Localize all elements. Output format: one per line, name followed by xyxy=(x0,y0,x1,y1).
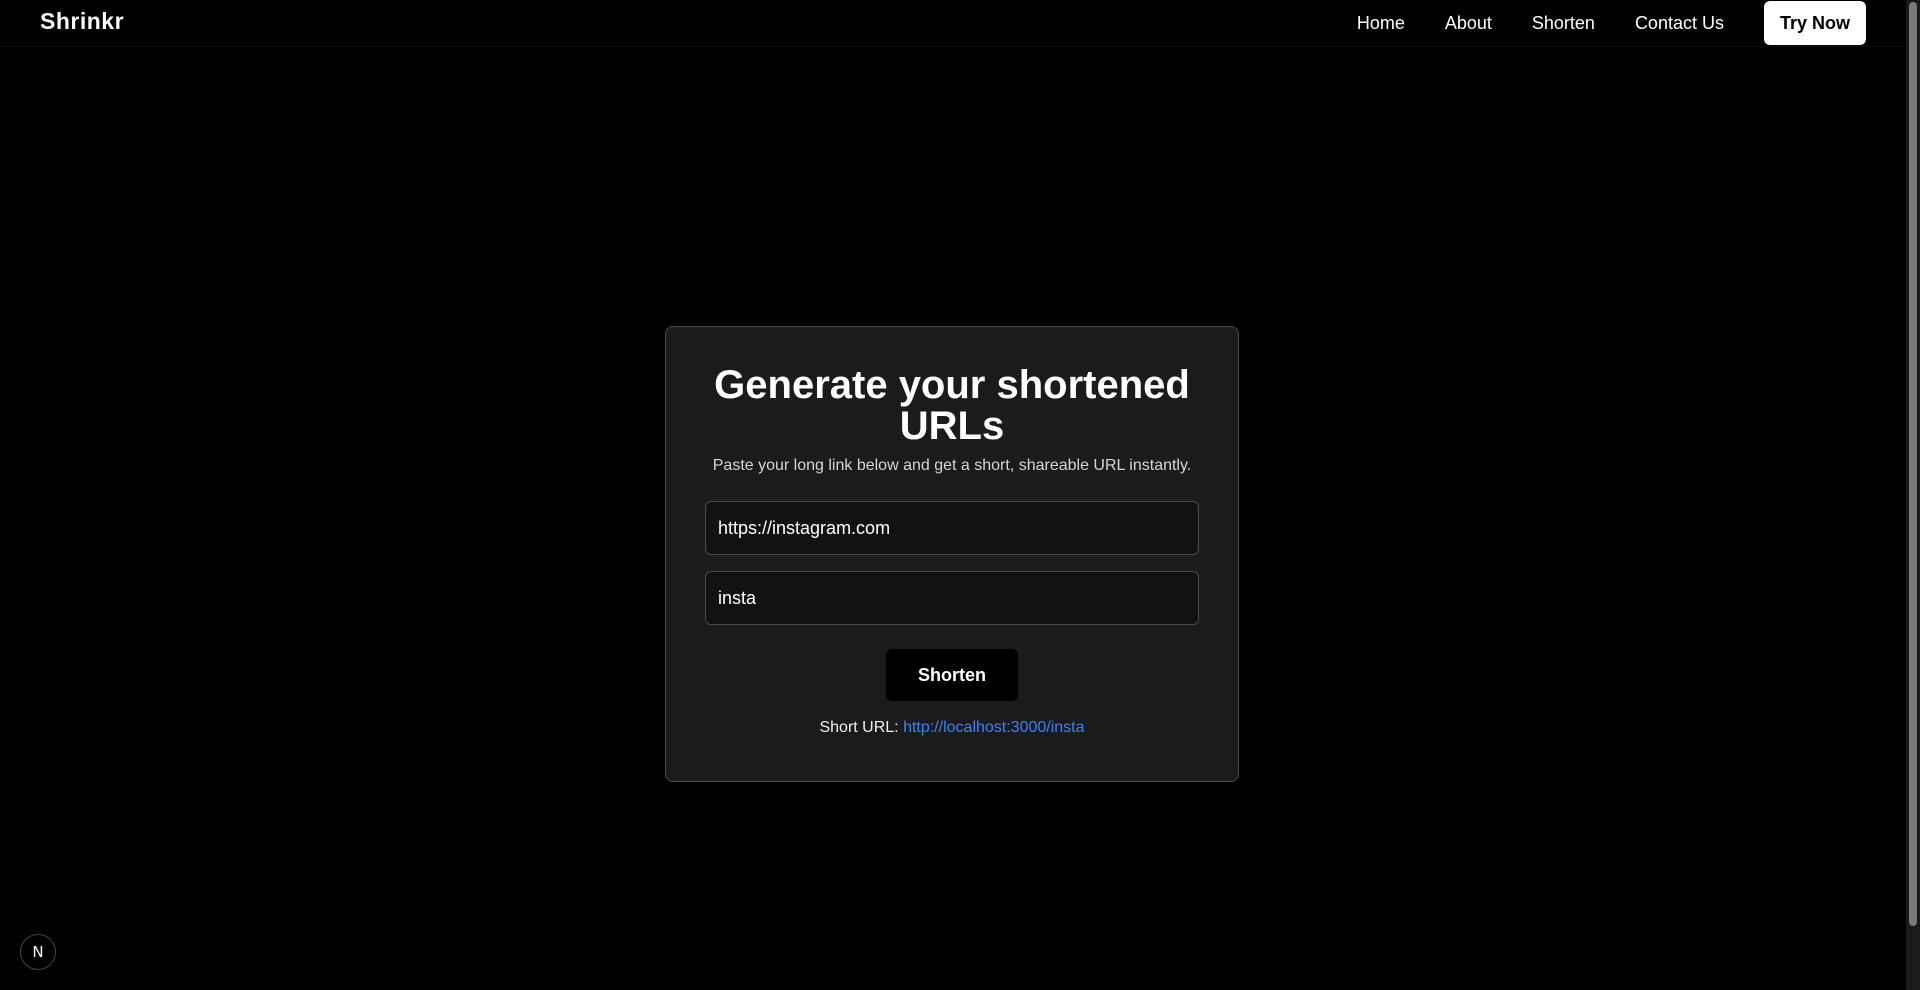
nav-link-about[interactable]: About xyxy=(1445,13,1492,34)
vertical-scrollbar[interactable] xyxy=(1906,0,1920,990)
nav-link-contact[interactable]: Contact Us xyxy=(1635,13,1724,34)
nav-links: Home About Shorten Contact Us Try Now xyxy=(1357,0,1866,46)
page: Shrinkr Home About Shorten Contact Us Tr… xyxy=(0,0,1920,990)
nav-link-home[interactable]: Home xyxy=(1357,13,1405,34)
alias-input[interactable] xyxy=(705,571,1199,625)
scrollbar-thumb[interactable] xyxy=(1909,2,1917,926)
card-subtitle: Paste your long link below and get a sho… xyxy=(712,457,1192,474)
try-now-button[interactable]: Try Now xyxy=(1763,1,1866,45)
short-url-label: Short URL: xyxy=(819,719,899,736)
brand-logo[interactable]: Shrinkr xyxy=(40,8,124,35)
nav-link-shorten[interactable]: Shorten xyxy=(1532,13,1595,34)
short-url-link[interactable]: http://localhost:3000/insta xyxy=(903,719,1084,736)
url-input[interactable] xyxy=(705,501,1199,555)
shorten-card: Generate your shortened URLs Paste your … xyxy=(665,326,1239,782)
shorten-button[interactable]: Shorten xyxy=(886,649,1018,701)
nextjs-icon[interactable]: N xyxy=(20,934,56,970)
short-url-result: Short URL: http://localhost:3000/insta xyxy=(666,719,1238,737)
navbar: Shrinkr Home About Shorten Contact Us Tr… xyxy=(0,0,1906,47)
card-title: Generate your shortened URLs xyxy=(714,363,1190,448)
nextjs-glyph: N xyxy=(32,943,44,961)
